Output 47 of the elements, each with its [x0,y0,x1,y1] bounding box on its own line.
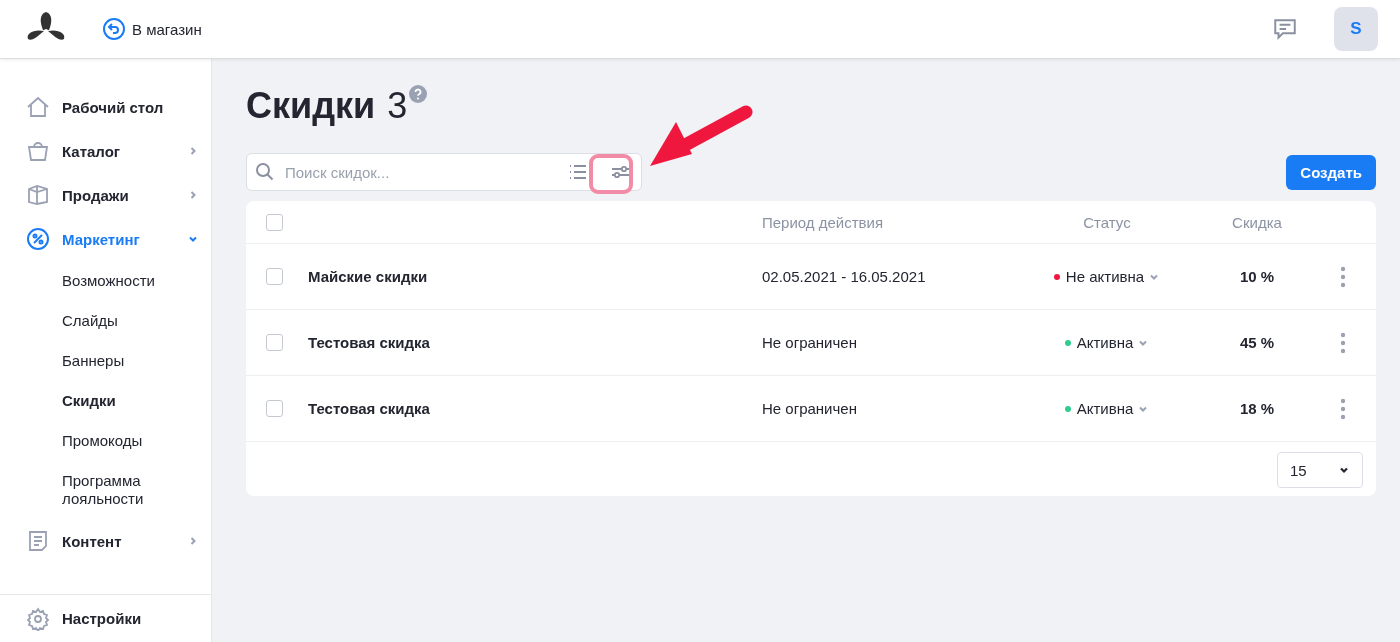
sidebar-item[interactable]: Контент [0,519,211,563]
status-dropdown[interactable]: Активна [1058,333,1156,352]
sidebar-subitem[interactable]: Баннеры [0,341,211,381]
list-view-icon[interactable] [567,162,589,182]
sidebar-subitem[interactable]: Слайды [0,301,211,341]
row-checkbox[interactable] [266,268,283,285]
sidebar-item[interactable]: Рабочий стол [0,85,211,129]
sidebar-item[interactable]: Продажи [0,173,211,217]
bag-icon [26,139,50,163]
settings-item[interactable]: Настройки [0,594,211,642]
discount-value: 45 % [1238,334,1276,351]
period-cell-text: 02.05.2021 - 16.05.2021 [762,268,927,285]
sidebar-item[interactable]: Каталог [0,129,211,173]
sidebar-subitem[interactable]: Возможности [0,261,211,301]
home-icon [26,95,50,119]
page-size-select[interactable]: 15 [1277,452,1363,488]
chat-icon[interactable] [1272,16,1298,42]
sidebar-subitem[interactable]: Промокоды [0,421,211,461]
column-header: Статус [1082,213,1132,231]
create-button[interactable]: Создать [1286,154,1376,190]
discount-name: Майские скидки [308,268,429,285]
discount-value: 10 % [1238,268,1276,285]
column-header: Период действия [762,213,885,231]
sidebar-subitem[interactable]: Программа лояльности [0,461,211,519]
sidebar-subitem[interactable]: Скидки [0,381,211,421]
box-icon [26,183,50,207]
document-icon [26,529,50,553]
status-dropdown[interactable]: Активна [1058,399,1156,418]
discount-value: 18 % [1238,400,1276,417]
period-cell-text: Не ограничен [762,334,858,351]
discount-name: Тестовая скидка [308,400,431,417]
search-field[interactable]: Поиск скидок... [246,153,642,191]
percent-icon [26,227,50,251]
period-cell-text: Не ограничен [762,400,858,417]
back-to-store-link[interactable]: В магазин [102,17,202,41]
settings-icon [26,606,50,631]
discount-name: Тестовая скидка [308,334,431,351]
sidebar-item[interactable]: Маркетинг [0,217,211,261]
page-title: Скидки [246,85,376,127]
row-checkbox[interactable] [266,400,283,417]
help-icon[interactable] [409,85,428,103]
search-icon [255,162,275,182]
column-header: Скидка [1231,213,1283,231]
status-dropdown[interactable]: Не активна [1047,267,1167,286]
discount-count: 3 [387,85,408,127]
select-all-checkbox[interactable] [266,213,283,231]
row-checkbox[interactable] [266,334,283,351]
